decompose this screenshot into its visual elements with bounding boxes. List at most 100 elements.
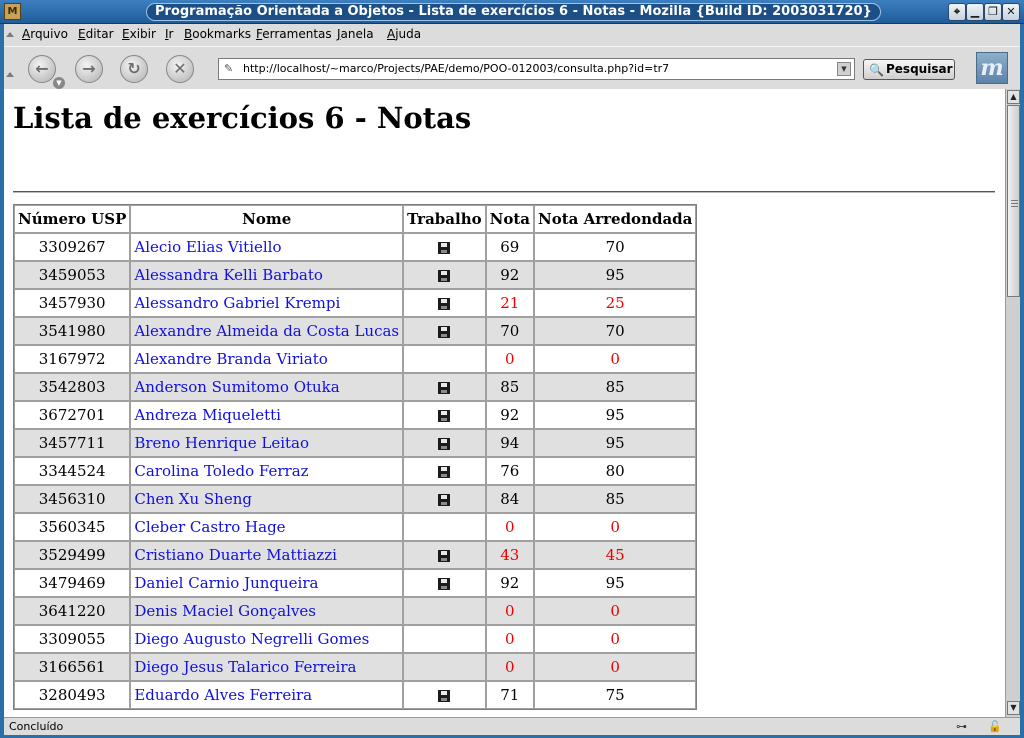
scrollbar-thumb[interactable] <box>1007 105 1020 297</box>
cell-nome: Carolina Toledo Ferraz <box>130 457 404 485</box>
url-dropdown-icon[interactable]: ▼ <box>837 62 851 76</box>
student-name-link[interactable]: Anderson Sumitomo Otuka <box>134 378 339 396</box>
cell-trabalho <box>403 653 486 681</box>
cell-nota-arredondada: 0 <box>534 513 697 541</box>
browser-chrome: Arquivo Editar Exibir Ir Bookmarks Ferra… <box>4 24 1020 90</box>
student-name-link[interactable]: Eduardo Alves Ferreira <box>134 686 312 704</box>
floppy-disk-icon[interactable] <box>438 466 451 478</box>
security-lock-icon[interactable]: 🔓 <box>988 720 1002 733</box>
table-row: 3541980 Alexandre Almeida da Costa Lucas 7… <box>14 317 697 345</box>
cell-trabalho <box>403 317 486 345</box>
floppy-disk-icon[interactable] <box>438 690 451 702</box>
horizontal-rule <box>13 191 995 193</box>
student-name-link[interactable]: Denis Maciel Gonçalves <box>134 602 316 620</box>
menu-ir[interactable]: Ir <box>165 27 173 41</box>
menu-bookmarks[interactable]: Bookmarks <box>184 27 251 41</box>
cell-numero-usp: 3542803 <box>14 373 131 401</box>
cell-nota: 92 <box>485 401 534 429</box>
cell-nota: 76 <box>485 457 534 485</box>
search-button[interactable]: 🔍 Pesquisar <box>863 59 955 80</box>
floppy-disk-icon[interactable] <box>438 242 451 254</box>
cell-trabalho <box>403 513 486 541</box>
scroll-up-icon[interactable]: ▲ <box>1007 90 1020 104</box>
table-row: 3457711 Breno Henrique Leitao 94 95 <box>14 429 697 457</box>
student-name-link[interactable]: Alexandre Branda Viriato <box>134 350 327 368</box>
column-header-nota: Nota <box>485 205 534 233</box>
student-name-link[interactable]: Alessandro Gabriel Krempi <box>134 294 340 312</box>
student-name-link[interactable]: Cristiano Duarte Mattiazzi <box>134 546 337 564</box>
app-icon[interactable]: M <box>4 3 21 20</box>
cell-nome: Alecio Elias Vitiello <box>130 233 404 261</box>
student-name-link[interactable]: Daniel Carnio Junqueira <box>134 574 318 592</box>
table-row: 3166561 Diego Jesus Talarico Ferreira 0 0 <box>14 653 697 681</box>
cell-trabalho <box>403 345 486 373</box>
floppy-disk-icon[interactable] <box>438 550 451 562</box>
stop-button[interactable]: ✕ <box>166 55 194 83</box>
scroll-down-icon[interactable]: ▼ <box>1007 701 1020 715</box>
menu-ajuda[interactable]: Ajuda <box>387 27 421 41</box>
student-name-link[interactable]: Breno Henrique Leitao <box>134 434 309 452</box>
table-row: 3529499 Cristiano Duarte Mattiazzi 43 45 <box>14 541 697 569</box>
cell-numero-usp: 3167972 <box>14 345 131 373</box>
back-history-dropdown-icon[interactable]: ▼ <box>53 77 65 89</box>
url-bar[interactable]: ✎ http://localhost/~marco/Projects/PAE/d… <box>218 58 855 80</box>
reload-icon: ↻ <box>127 59 141 78</box>
cell-trabalho <box>403 569 486 597</box>
cell-nome: Diego Augusto Negrelli Gomes <box>130 625 404 653</box>
cell-numero-usp: 3166561 <box>14 653 131 681</box>
student-name-link[interactable]: Alecio Elias Vitiello <box>134 238 281 256</box>
cell-trabalho <box>403 261 486 289</box>
floppy-disk-icon[interactable] <box>438 326 451 338</box>
floppy-disk-icon[interactable] <box>438 494 451 506</box>
cell-numero-usp: 3641220 <box>14 597 131 625</box>
student-name-link[interactable]: Alexandre Almeida da Costa Lucas <box>134 322 399 340</box>
close-button[interactable]: ✕ <box>1002 3 1020 21</box>
floppy-disk-icon[interactable] <box>438 270 451 282</box>
student-name-link[interactable]: Diego Augusto Negrelli Gomes <box>134 630 369 648</box>
menu-janela[interactable]: Janela <box>337 27 374 41</box>
table-row: 3459053 Alessandra Kelli Barbato 92 95 <box>14 261 697 289</box>
student-name-link[interactable]: Andreza Miqueletti <box>134 406 281 424</box>
student-name-link[interactable]: Diego Jesus Talarico Ferreira <box>134 658 356 676</box>
pin-icon[interactable]: ⌖ <box>948 3 966 21</box>
forward-button[interactable]: → <box>75 55 103 83</box>
cell-nota: 92 <box>485 261 534 289</box>
menu-editar[interactable]: Editar <box>78 27 114 41</box>
menu-arquivo[interactable]: Arquivo <box>22 27 68 41</box>
cell-trabalho <box>403 541 486 569</box>
cell-trabalho <box>403 625 486 653</box>
table-row: 3309267 Alecio Elias Vitiello 69 70 <box>14 233 697 261</box>
cell-nome: Cleber Castro Hage <box>130 513 404 541</box>
cell-nome: Alessandro Gabriel Krempi <box>130 289 404 317</box>
magnifier-icon: 🔍 <box>869 63 884 77</box>
cell-nota-arredondada: 95 <box>534 569 697 597</box>
reload-button[interactable]: ↻ <box>120 55 148 83</box>
column-header-trabalho: Trabalho <box>403 205 486 233</box>
student-name-link[interactable]: Cleber Castro Hage <box>134 518 285 536</box>
cell-trabalho <box>403 429 486 457</box>
back-button[interactable]: ← <box>28 55 56 83</box>
column-header-nota-arredondada: Nota Arredondada <box>534 205 697 233</box>
status-bar: Concluído ⊶ 🔓 <box>4 717 1020 735</box>
table-row: 3641220 Denis Maciel Gonçalves 0 0 <box>14 597 697 625</box>
vertical-scrollbar[interactable]: ▲ ▼ <box>1005 89 1020 717</box>
maximize-button[interactable]: ❐ <box>984 3 1002 21</box>
floppy-disk-icon[interactable] <box>438 410 451 422</box>
student-name-link[interactable]: Carolina Toledo Ferraz <box>134 462 308 480</box>
floppy-disk-icon[interactable] <box>438 438 451 450</box>
cell-numero-usp: 3457930 <box>14 289 131 317</box>
cell-nome: Daniel Carnio Junqueira <box>130 569 404 597</box>
cell-nome: Eduardo Alves Ferreira <box>130 681 404 709</box>
minimize-button[interactable]: ▁ <box>966 3 984 21</box>
cell-numero-usp: 3344524 <box>14 457 131 485</box>
cell-nota-arredondada: 25 <box>534 289 697 317</box>
student-name-link[interactable]: Alessandra Kelli Barbato <box>134 266 323 284</box>
menu-exibir[interactable]: Exibir <box>122 27 156 41</box>
menu-ferramentas[interactable]: Ferramentas <box>256 27 332 41</box>
mozilla-logo-icon[interactable]: m <box>976 52 1008 84</box>
student-name-link[interactable]: Chen Xu Sheng <box>134 490 252 508</box>
floppy-disk-icon[interactable] <box>438 578 451 590</box>
url-input[interactable]: http://localhost/~marco/Projects/PAE/dem… <box>243 62 669 75</box>
floppy-disk-icon[interactable] <box>438 382 451 394</box>
floppy-disk-icon[interactable] <box>438 298 451 310</box>
